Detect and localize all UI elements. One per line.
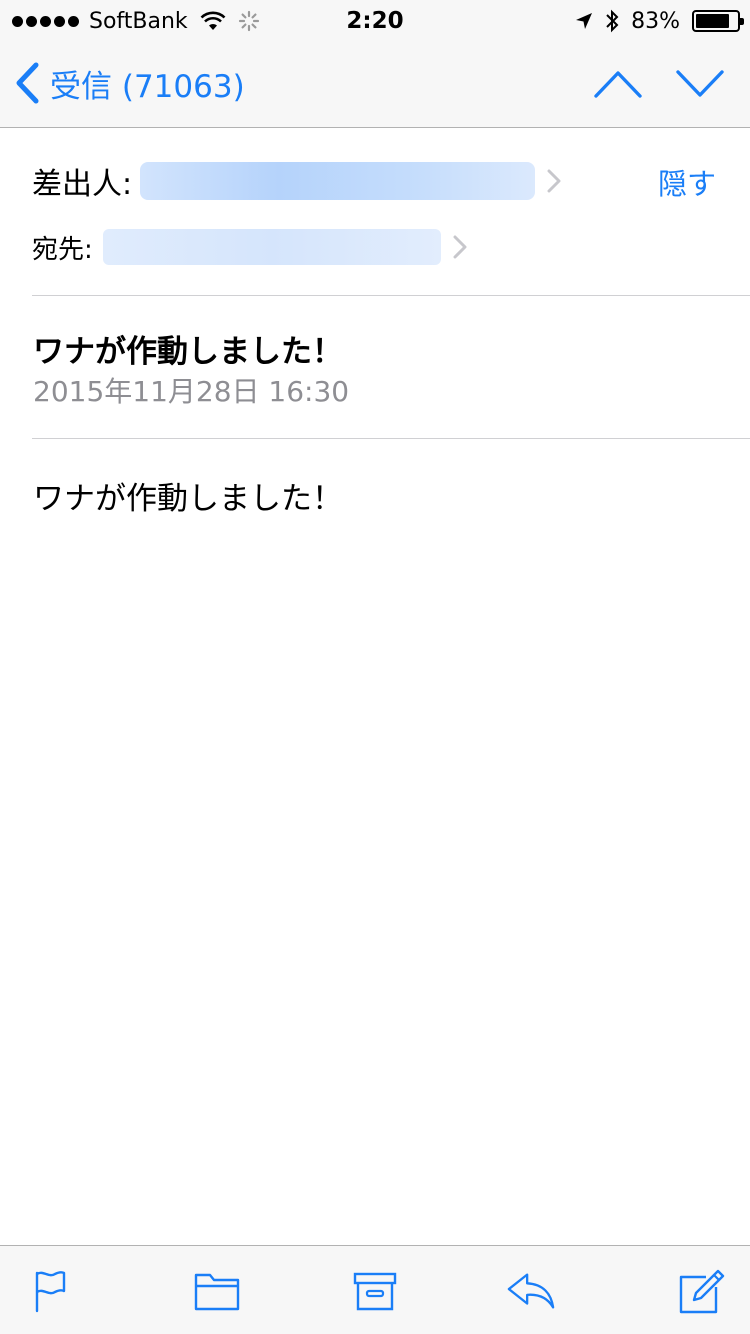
status-bar: SoftBank 2:20 83% bbox=[0, 0, 750, 40]
sender-address-redacted[interactable] bbox=[140, 162, 536, 200]
battery-icon bbox=[692, 10, 744, 32]
back-to-inbox-button[interactable]: 受信 (71063) bbox=[14, 60, 245, 106]
compose-button[interactable] bbox=[676, 1268, 726, 1314]
status-left: SoftBank bbox=[12, 6, 260, 36]
hide-details-button[interactable]: 隠す bbox=[658, 161, 716, 203]
flag-button[interactable] bbox=[24, 1268, 74, 1314]
bluetooth-icon bbox=[606, 9, 619, 33]
chevron-right-icon bbox=[547, 169, 561, 193]
move-to-folder-button[interactable] bbox=[192, 1268, 242, 1314]
divider bbox=[32, 438, 750, 439]
reply-button[interactable] bbox=[506, 1268, 556, 1314]
chevron-right-icon bbox=[453, 235, 467, 259]
chevron-left-icon bbox=[16, 62, 39, 104]
recipient-address-redacted[interactable] bbox=[102, 229, 441, 265]
sender-row: 差出人: bbox=[32, 159, 561, 203]
divider bbox=[32, 295, 750, 296]
location-arrow-icon bbox=[576, 13, 593, 29]
folder-icon bbox=[194, 1273, 240, 1311]
recipient-row: 宛先: bbox=[32, 227, 467, 267]
archive-icon bbox=[353, 1272, 397, 1311]
status-right: 83% bbox=[575, 6, 744, 36]
navigation-bar: 受信 (71063) bbox=[0, 40, 750, 128]
flag-icon bbox=[35, 1271, 66, 1313]
recipient-label: 宛先: bbox=[32, 234, 93, 265]
message-subject: ワナが作動しました！ bbox=[33, 334, 343, 370]
bottom-toolbar bbox=[0, 1245, 750, 1334]
carrier-name: SoftBank bbox=[89, 8, 188, 34]
activity-spinner-icon bbox=[238, 10, 259, 32]
archive-button[interactable] bbox=[350, 1268, 400, 1314]
battery-level bbox=[696, 14, 729, 28]
wifi-icon bbox=[200, 11, 226, 30]
compose-icon bbox=[679, 1269, 725, 1314]
message-header: 差出人: 隠す 宛先: bbox=[0, 129, 750, 296]
signal-strength-icon bbox=[12, 15, 79, 27]
message-date: 2015年11月28日 16:30 bbox=[33, 375, 350, 408]
battery-percent: 83% bbox=[631, 8, 680, 34]
back-button-label: 受信 (71063) bbox=[50, 68, 245, 105]
message-body: ワナが作動しました！ bbox=[33, 481, 343, 517]
sender-label: 差出人: bbox=[32, 167, 133, 202]
next-message-button[interactable] bbox=[674, 66, 726, 102]
reply-icon bbox=[507, 1273, 555, 1309]
previous-message-button[interactable] bbox=[592, 66, 644, 102]
